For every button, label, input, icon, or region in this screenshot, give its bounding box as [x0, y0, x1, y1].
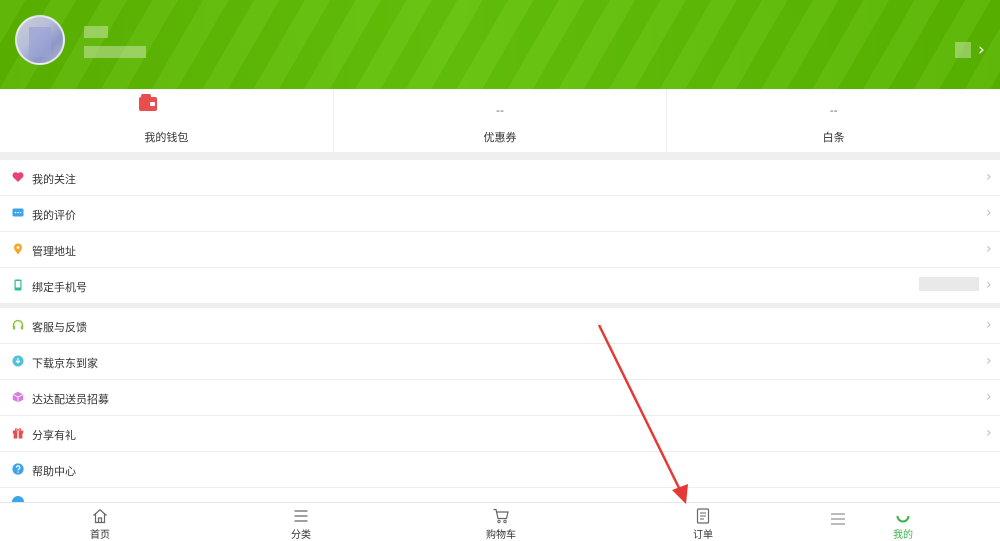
- menu-item-following[interactable]: 我的关注 ›: [0, 160, 1000, 196]
- order-icon: [696, 508, 710, 524]
- profile-header: ›: [0, 0, 1000, 89]
- box-icon: [12, 391, 24, 403]
- tab-orders[interactable]: 订单: [663, 503, 743, 541]
- heart-icon: [12, 172, 24, 182]
- stat-coupons-value: --: [496, 104, 504, 117]
- menu-item-label: 我的关注: [32, 173, 76, 186]
- stat-coupons[interactable]: -- 优惠券: [332, 89, 667, 152]
- menu-item-label: 帮助中心: [32, 465, 76, 478]
- download-icon: [12, 355, 24, 367]
- menu-item-label: 分享有礼: [32, 429, 76, 442]
- tab-categories[interactable]: 分类: [261, 503, 341, 541]
- chevron-right-icon: ›: [986, 241, 992, 257]
- stat-baitiao[interactable]: -- 白条: [666, 89, 1000, 152]
- chevron-right-icon: ›: [986, 389, 992, 405]
- chevron-right-icon: ›: [986, 353, 992, 369]
- avatar-image-blurred: [29, 27, 51, 57]
- location-pin-icon: [14, 243, 22, 255]
- menu-item-bind-phone[interactable]: 绑定手机号 ›: [0, 268, 1000, 303]
- list-icon: [294, 510, 308, 522]
- chevron-right-icon: ›: [986, 169, 992, 185]
- menu-item-label: 下载京东到家: [32, 357, 98, 370]
- headset-icon: [12, 319, 24, 330]
- profile-icon: [896, 515, 910, 523]
- home-icon: [93, 509, 107, 524]
- stat-coupons-label: 优惠券: [483, 131, 517, 144]
- menu-item-reviews[interactable]: 我的评价 ›: [0, 196, 1000, 232]
- gift-icon: [12, 428, 24, 439]
- header-background-pattern: [0, 0, 1000, 89]
- tab-profile[interactable]: 我的: [863, 503, 943, 541]
- bottom-tab-bar: 首页 分类 购物车 订单 我的: [0, 502, 1000, 541]
- stat-baitiao-label: 白条: [822, 131, 845, 144]
- menu-item-partially-visible: [0, 488, 1000, 508]
- tab-label: 购物车: [486, 530, 516, 541]
- menu-item-label: 绑定手机号: [32, 281, 87, 294]
- tab-label: 分类: [291, 530, 311, 541]
- chevron-right-icon: ›: [986, 277, 992, 293]
- menu-item-addresses[interactable]: 管理地址 ›: [0, 232, 1000, 268]
- menu-item-share-gift[interactable]: 分享有礼 ›: [0, 416, 1000, 452]
- stat-baitiao-value: --: [829, 104, 838, 117]
- phone-number-blurred: [919, 277, 979, 291]
- stat-wallet[interactable]: 我的钱包: [0, 89, 333, 152]
- menu-item-courier-recruit[interactable]: 达达配送员招募 ›: [0, 380, 1000, 416]
- cart-icon: [493, 508, 509, 524]
- chevron-right-icon: ›: [986, 317, 992, 333]
- username-blurred: [84, 26, 108, 38]
- menu-item-customer-service[interactable]: 客服与反馈 ›: [0, 308, 1000, 344]
- wallet-icon: [139, 94, 157, 111]
- tab-home[interactable]: 首页: [60, 503, 140, 541]
- menu-item-label: 客服与反馈: [32, 321, 87, 334]
- user-info-blurred: [84, 46, 146, 58]
- profile-chevron-right-icon[interactable]: ›: [978, 41, 985, 59]
- menu-group-account: 我的关注 › 我的评价 › 管理地址 › 绑定手机号 ›: [0, 160, 1000, 303]
- menu-item-label: 我的评价: [32, 209, 76, 222]
- stat-wallet-label: 我的钱包: [144, 131, 189, 144]
- tab-cart[interactable]: 购物车: [461, 503, 541, 541]
- phone-icon: [14, 279, 22, 291]
- chevron-right-icon: ›: [986, 205, 992, 221]
- header-right-blurred: [955, 42, 971, 58]
- tab-label: 订单: [693, 530, 713, 541]
- comment-icon: [12, 208, 24, 217]
- menu-lines-icon: [831, 513, 845, 525]
- chevron-right-icon: ›: [986, 425, 992, 441]
- tab-label: 我的: [893, 530, 913, 541]
- menu-item-label: 达达配送员招募: [32, 393, 109, 406]
- avatar[interactable]: [15, 15, 65, 65]
- menu-item-download-app[interactable]: 下载京东到家 ›: [0, 344, 1000, 380]
- menu-item-help-center[interactable]: 帮助中心: [0, 452, 1000, 487]
- help-icon: [12, 463, 24, 475]
- tab-label: 首页: [90, 530, 110, 541]
- menu-group-services: 客服与反馈 › 下载京东到家 › 达达配送员招募 › 分享有礼 › 帮助中心: [0, 308, 1000, 487]
- menu-item-label: 管理地址: [32, 245, 76, 258]
